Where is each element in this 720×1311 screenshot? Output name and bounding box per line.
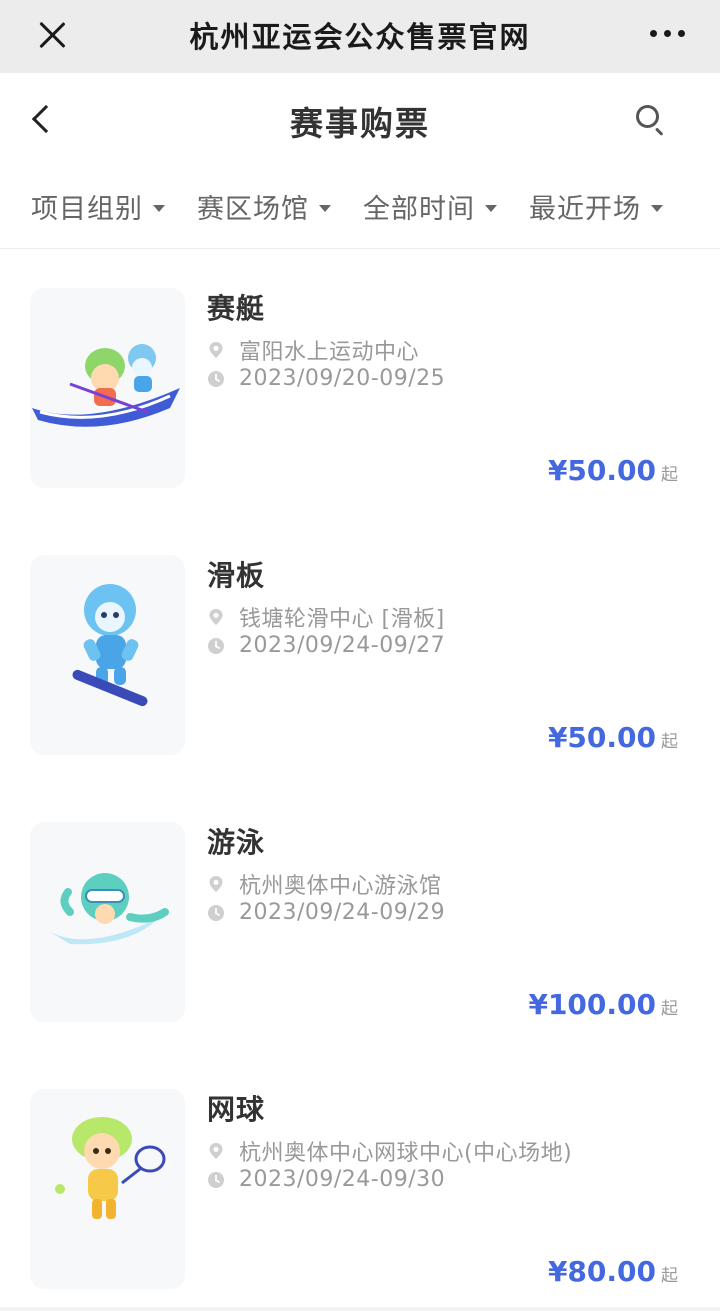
venue-text: 杭州奥体中心网球中心(中心场地) [239, 1141, 573, 1166]
event-name: 网球 [207, 1093, 266, 1126]
caret-down-icon [319, 204, 331, 212]
back-arrow-icon[interactable] [28, 101, 58, 137]
event-list: 赛艇 富阳水上运动中心 2023/09/20-09/25 ¥50.00 起 滑板… [0, 250, 720, 1311]
location-pin-icon [209, 609, 223, 625]
page-title: 赛事购票 [290, 104, 430, 143]
page-header: 赛事购票 [0, 73, 720, 165]
event-name: 滑板 [207, 559, 266, 592]
more-options-icon[interactable] [650, 30, 686, 38]
caret-down-icon [153, 204, 165, 212]
date-row: 2023/09/24-09/30 [207, 1167, 445, 1192]
location-pin-icon [209, 1143, 223, 1159]
venue-text: 杭州奥体中心游泳馆 [239, 874, 442, 899]
event-card[interactable]: 赛艇 富阳水上运动中心 2023/09/20-09/25 ¥50.00 起 [0, 250, 720, 517]
venue-row: 杭州奥体中心游泳馆 [207, 868, 442, 900]
venue-row: 杭州奥体中心网球中心(中心场地) [207, 1135, 572, 1167]
search-icon[interactable] [636, 105, 666, 136]
price-suffix: 起 [661, 1266, 678, 1286]
wechat-top-bar: 杭州亚运会公众售票官网 [0, 0, 720, 73]
price-value: ¥80.00 [547, 1255, 656, 1288]
filter-sport-group[interactable]: 项目组别 [31, 187, 165, 226]
clock-icon [208, 370, 224, 387]
filter-label: 项目组别 [31, 194, 143, 225]
clock-icon [208, 637, 224, 654]
price-suffix: 起 [661, 732, 678, 752]
event-name: 赛艇 [207, 292, 266, 325]
venue-text: 富阳水上运动中心 [239, 340, 420, 365]
filter-time[interactable]: 全部时间 [363, 187, 497, 226]
swimming-mascot-image [30, 822, 185, 1022]
filter-label: 最近开场 [529, 194, 641, 225]
rowing-mascot-image [30, 288, 185, 488]
date-text: 2023/09/24-09/30 [239, 1167, 446, 1192]
event-name: 游泳 [207, 826, 266, 859]
caret-down-icon [485, 204, 497, 212]
date-text: 2023/09/20-09/25 [239, 366, 446, 391]
filter-label: 全部时间 [363, 194, 475, 225]
bottom-divider [0, 1307, 720, 1311]
filter-bar: 项目组别 赛区场馆 全部时间 最近开场 [0, 165, 720, 249]
close-icon[interactable] [34, 17, 70, 53]
location-pin-icon [209, 342, 223, 358]
clock-icon [208, 904, 224, 921]
price-value: ¥50.00 [547, 454, 656, 487]
location-pin-icon [209, 876, 223, 892]
clock-icon [208, 1171, 224, 1188]
price-value: ¥100.00 [528, 988, 656, 1021]
filter-label: 赛区场馆 [197, 194, 309, 225]
venue-row: 富阳水上运动中心 [207, 334, 419, 366]
date-text: 2023/09/24-09/29 [239, 900, 446, 925]
event-card[interactable]: 网球 杭州奥体中心网球中心(中心场地) 2023/09/24-09/30 ¥80… [0, 1051, 720, 1311]
event-card[interactable]: 滑板 钱塘轮滑中心 [滑板] 2023/09/24-09/27 ¥50.00 起 [0, 517, 720, 784]
price-suffix: 起 [661, 465, 678, 485]
date-row: 2023/09/24-09/29 [207, 900, 445, 925]
event-card[interactable]: 游泳 杭州奥体中心游泳馆 2023/09/24-09/29 ¥100.00 起 [0, 784, 720, 1051]
venue-row: 钱塘轮滑中心 [滑板] [207, 601, 445, 633]
date-row: 2023/09/20-09/25 [207, 366, 445, 391]
price-suffix: 起 [661, 999, 678, 1019]
date-text: 2023/09/24-09/27 [239, 633, 446, 658]
skateboard-mascot-image [30, 555, 185, 755]
filter-sort[interactable]: 最近开场 [529, 187, 663, 226]
price: ¥80.00 起 [548, 1255, 678, 1288]
price-value: ¥50.00 [547, 721, 656, 754]
caret-down-icon [651, 204, 663, 212]
wechat-page-title: 杭州亚运会公众售票官网 [189, 20, 531, 54]
price: ¥50.00 起 [548, 454, 678, 487]
tennis-mascot-image [30, 1089, 185, 1289]
price: ¥50.00 起 [548, 721, 678, 754]
venue-text: 钱塘轮滑中心 [滑板] [239, 607, 445, 632]
filter-venue[interactable]: 赛区场馆 [197, 187, 331, 226]
price: ¥100.00 起 [528, 988, 678, 1021]
date-row: 2023/09/24-09/27 [207, 633, 445, 658]
